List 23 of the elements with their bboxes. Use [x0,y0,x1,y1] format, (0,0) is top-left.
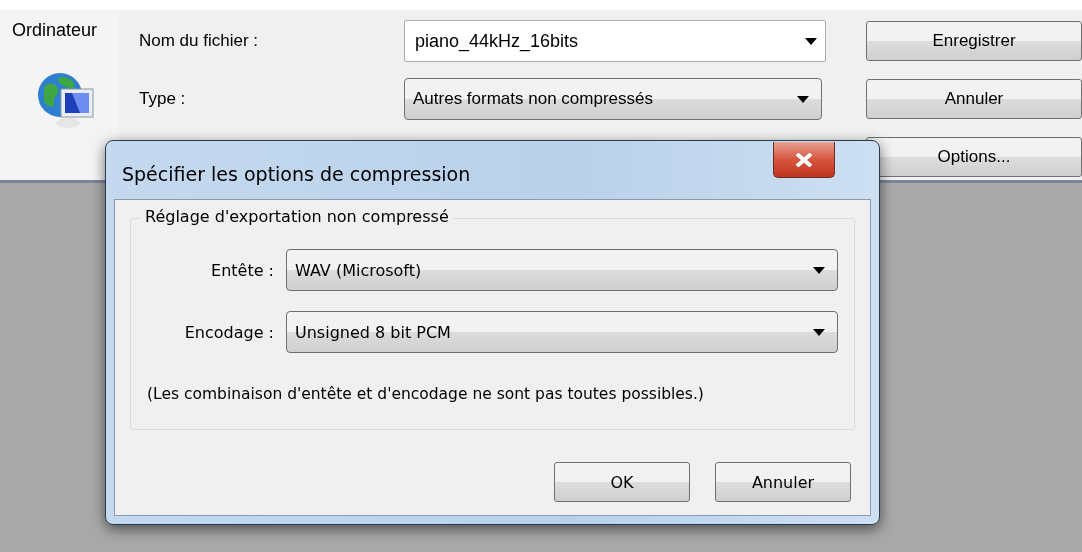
sidebar-item[interactable]: Ordinateur [12,20,98,41]
dropdown-arrow-icon [813,328,825,336]
dropdown-arrow-icon [805,37,817,45]
dropdown[interactable]: Unsigned 8 bit PCM [286,311,838,353]
group-title: Réglage d'exportation non compressé [141,207,453,226]
dialog-button[interactable]: Annuler [715,462,851,502]
field-label: Type : [139,89,187,109]
note-text: (Les combinaison d'entête et d'encodage ne sont pas toutes possibles.) [146,385,705,403]
field-label: Entête : [211,260,274,280]
field-label: Encodage : [184,322,274,342]
dropdown[interactable]: WAV (Microsoft) [286,249,838,291]
dropdown-arrow-icon [813,266,825,274]
close-button[interactable] [773,142,835,178]
dialog-button[interactable]: Options... [866,137,1082,177]
filename-combo-field[interactable]: piano_44kHz_16bits [404,20,826,62]
dropdown-arrow-icon [797,95,809,103]
dialog-button[interactable]: Annuler [866,79,1082,119]
dialog-button[interactable]: Enregistrer [866,21,1082,61]
type-dropdown[interactable]: Autres formats non compressés [404,78,822,120]
dialog-title: Spécifier les options de compression [122,163,471,185]
close-icon [794,152,814,167]
field-label: Nom du fichier : [139,31,260,51]
dialog-button[interactable]: OK [554,462,690,502]
